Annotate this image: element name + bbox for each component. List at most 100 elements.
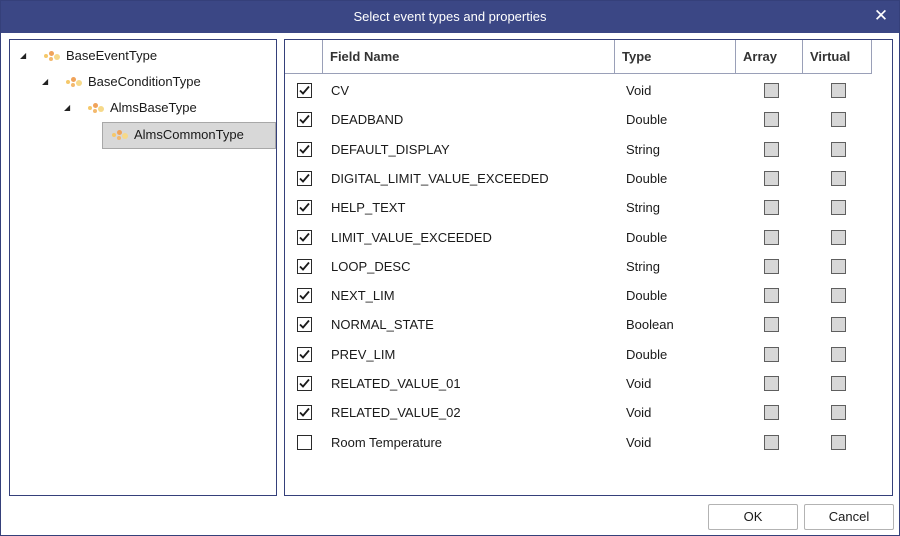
array-checkbox <box>764 288 779 304</box>
event-type-tree[interactable]: ◢ BaseEventType ◢ BaseConditionType ◢ AlmsBas… <box>9 39 277 496</box>
checked-checkbox[interactable] <box>297 317 312 333</box>
tree-node-label: AlmsCommonType <box>134 127 244 142</box>
table-row[interactable]: DIGITAL_LIMIT_VALUE_EXCEEDED Double <box>285 164 872 193</box>
expanded-arrow-icon[interactable]: ◢ <box>42 71 52 93</box>
virtual-header[interactable]: Virtual <box>803 40 872 74</box>
close-icon[interactable]: ✕ <box>873 6 889 26</box>
field-name-cell: RELATED_VALUE_02 <box>331 405 461 421</box>
field-name-cell: DEADBAND <box>331 112 404 128</box>
type-cell: Boolean <box>626 317 674 333</box>
array-checkbox <box>764 434 779 450</box>
checked-checkbox[interactable] <box>297 170 312 186</box>
select-event-types-dialog: Select event types and properties ✕ ◢ Bas… <box>0 0 900 536</box>
virtual-checkbox <box>831 170 846 186</box>
field-name-cell: DEFAULT_DISPLAY <box>331 141 450 157</box>
expanded-arrow-icon[interactable]: ◢ <box>20 45 30 67</box>
array-checkbox <box>764 258 779 274</box>
checked-checkbox[interactable] <box>297 83 312 98</box>
array-checkbox <box>764 141 779 157</box>
checked-checkbox[interactable] <box>297 200 312 216</box>
table-row[interactable]: DEADBAND Double <box>285 105 872 134</box>
virtual-checkbox <box>831 346 846 362</box>
table-row[interactable]: LOOP_DESC String <box>285 252 872 281</box>
dialog-title: Select event types and properties <box>353 9 547 24</box>
field-name-cell: RELATED_VALUE_01 <box>331 376 461 391</box>
type-cell: String <box>626 141 660 157</box>
array-checkbox <box>764 200 779 216</box>
event-type-icon <box>66 77 84 88</box>
tree-node-label: BaseConditionType <box>88 74 201 89</box>
table-row[interactable]: LIMIT_VALUE_EXCEEDED Double <box>285 223 872 252</box>
type-cell: String <box>626 200 660 216</box>
array-checkbox <box>764 229 779 245</box>
properties-grid: Field Name Type Array Virtual CV Void DEAD… <box>284 39 893 496</box>
virtual-checkbox <box>831 288 846 304</box>
type-cell: Double <box>626 112 668 128</box>
select-column-header[interactable] <box>285 40 323 74</box>
type-header[interactable]: Type <box>615 40 736 74</box>
checked-checkbox[interactable] <box>297 112 312 128</box>
array-checkbox <box>764 317 779 333</box>
expanded-arrow-icon[interactable]: ◢ <box>64 97 74 119</box>
type-cell: Void <box>626 83 652 98</box>
tree-node-label: BaseEventType <box>66 48 158 63</box>
checked-checkbox[interactable] <box>297 376 312 391</box>
tree-node[interactable]: ◢ BaseConditionType <box>42 71 276 93</box>
virtual-checkbox <box>831 405 846 421</box>
virtual-checkbox <box>831 258 846 274</box>
array-checkbox <box>764 112 779 128</box>
table-row[interactable]: NEXT_LIM Double <box>285 281 872 310</box>
checked-checkbox[interactable] <box>297 288 312 304</box>
field-name-header[interactable]: Field Name <box>323 40 615 74</box>
checked-checkbox[interactable] <box>297 141 312 157</box>
type-cell: Double <box>626 346 668 362</box>
field-name-cell: NEXT_LIM <box>331 288 395 304</box>
type-cell: Void <box>626 376 652 391</box>
event-type-icon <box>88 103 106 114</box>
table-row[interactable]: Room Temperature Void <box>285 428 872 457</box>
virtual-checkbox <box>831 376 846 391</box>
tree-node[interactable]: AlmsCommonType <box>102 122 276 149</box>
array-header[interactable]: Array <box>736 40 803 74</box>
event-type-icon <box>44 51 62 62</box>
checked-checkbox[interactable] <box>297 229 312 245</box>
checked-checkbox[interactable] <box>297 258 312 274</box>
virtual-checkbox <box>831 434 846 450</box>
array-checkbox <box>764 83 779 98</box>
array-checkbox <box>764 346 779 362</box>
ok-button[interactable]: OK <box>708 504 798 530</box>
cancel-button[interactable]: Cancel <box>804 504 894 530</box>
type-cell: Double <box>626 170 668 186</box>
table-row[interactable]: CV Void <box>285 76 872 105</box>
title-bar: Select event types and properties ✕ <box>1 1 899 33</box>
type-cell: Void <box>626 405 652 421</box>
table-row[interactable]: HELP_TEXT String <box>285 193 872 222</box>
table-row[interactable]: PREV_LIM Double <box>285 340 872 369</box>
table-row[interactable]: RELATED_VALUE_01 Void <box>285 369 872 398</box>
type-cell: Void <box>626 434 652 450</box>
checked-checkbox[interactable] <box>297 405 312 421</box>
tree-node[interactable]: ◢ BaseEventType <box>20 45 276 67</box>
array-checkbox <box>764 170 779 186</box>
field-name-cell: HELP_TEXT <box>331 200 406 216</box>
type-cell: Double <box>626 229 668 245</box>
field-name-cell: Room Temperature <box>331 434 443 450</box>
virtual-checkbox <box>831 229 846 245</box>
field-name-cell: LOOP_DESC <box>331 258 411 274</box>
tree-node[interactable]: ◢ AlmsBaseType <box>64 97 276 119</box>
event-type-icon <box>112 130 130 141</box>
field-name-cell: DIGITAL_LIMIT_VALUE_EXCEEDED <box>331 170 549 186</box>
field-name-cell: CV <box>331 83 350 98</box>
array-checkbox <box>764 376 779 391</box>
checked-checkbox[interactable] <box>297 346 312 362</box>
unchecked-checkbox[interactable] <box>297 434 312 450</box>
virtual-checkbox <box>831 141 846 157</box>
virtual-checkbox <box>831 112 846 128</box>
table-row[interactable]: DEFAULT_DISPLAY String <box>285 135 872 164</box>
table-row[interactable]: NORMAL_STATE Boolean <box>285 310 872 339</box>
tree-node-label: AlmsBaseType <box>110 100 197 115</box>
virtual-checkbox <box>831 200 846 216</box>
field-name-cell: PREV_LIM <box>331 346 396 362</box>
grid-header: Field Name Type Array Virtual <box>285 40 872 74</box>
table-row[interactable]: RELATED_VALUE_02 Void <box>285 398 872 427</box>
